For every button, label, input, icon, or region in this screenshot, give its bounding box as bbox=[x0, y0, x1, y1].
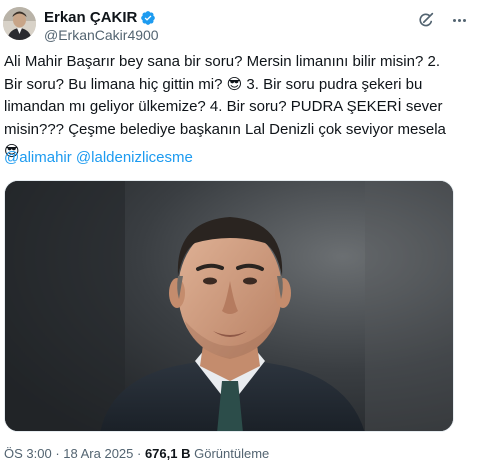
meta-separator: · bbox=[51, 446, 64, 461]
dot-icon bbox=[462, 18, 466, 22]
tweet-mentions: @alimahir @laldenizlicesme bbox=[4, 148, 193, 168]
views-count: 676,1 B bbox=[144, 446, 191, 461]
author-name-row: Erkan ÇAKIR bbox=[44, 9, 156, 27]
more-options-icon[interactable] bbox=[449, 11, 469, 29]
tweet-time[interactable]: ÖS 3:00 bbox=[4, 446, 52, 461]
dot-icon bbox=[452, 18, 456, 22]
views-label: Görüntüleme bbox=[194, 446, 270, 461]
grok-icon[interactable] bbox=[417, 11, 435, 29]
display-name[interactable]: Erkan ÇAKIR bbox=[44, 9, 137, 27]
tweet-media-photo[interactable] bbox=[4, 180, 454, 432]
meta-separator: · bbox=[133, 446, 145, 461]
mention-link[interactable]: @alimahir bbox=[4, 149, 72, 166]
photo-image bbox=[5, 181, 453, 431]
tweet-meta: ÖS 3:00 · 18 Ara 2025 · 676,1 B Görüntül… bbox=[4, 446, 269, 462]
dot-icon bbox=[457, 18, 461, 22]
tweet-card: Erkan ÇAKIR @ErkanCakir4900 Ali Mahir Ba… bbox=[0, 0, 477, 467]
avatar-image bbox=[3, 7, 36, 40]
author-handle[interactable]: @ErkanCakir4900 bbox=[44, 27, 159, 44]
avatar[interactable] bbox=[3, 7, 36, 40]
mention-link[interactable]: @laldenizlicesme bbox=[76, 149, 193, 166]
verified-badge-icon[interactable] bbox=[140, 10, 156, 26]
tweet-text: Ali Mahir Başarır bey sana bir soru? Mer… bbox=[4, 53, 446, 160]
tweet-date[interactable]: 18 Ara 2025 bbox=[63, 446, 133, 461]
